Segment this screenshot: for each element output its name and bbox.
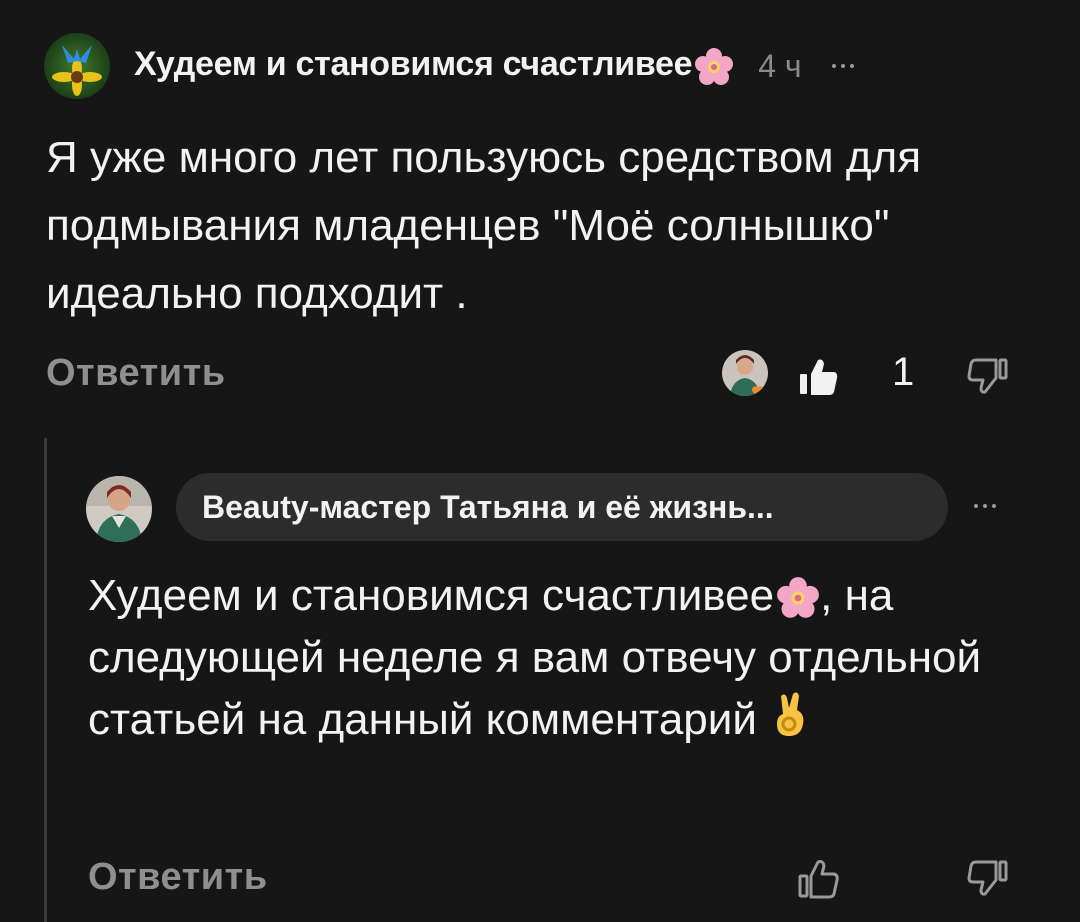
like-filled-icon[interactable] <box>796 354 842 400</box>
reply-button[interactable]: Ответить <box>88 856 268 899</box>
reply-button[interactable]: Ответить <box>46 352 226 395</box>
more-options-icon[interactable] <box>828 54 858 78</box>
reply-mention[interactable]: Худеем и становимся счастливее <box>88 571 774 620</box>
reply-author-chip[interactable]: Beauty-мастер Татьяна и её жизнь... <box>176 473 948 541</box>
dislike-outline-icon[interactable] <box>966 354 1010 398</box>
like-count: 1 <box>892 350 915 394</box>
comments-screen: Худеем и становимся счастливее 4 ч Я уже… <box>0 0 1080 922</box>
like-outline-icon[interactable] <box>796 856 842 902</box>
ok-hand-icon <box>776 692 804 736</box>
thread-line <box>44 438 47 922</box>
reply-author-avatar[interactable] <box>86 476 152 542</box>
comment-time: 4 ч <box>758 47 802 84</box>
reply-text: Худеем и становимся счастливее , на след… <box>88 565 1048 751</box>
reply-more-options-icon[interactable] <box>970 494 1000 518</box>
dislike-outline-icon[interactable] <box>966 856 1010 900</box>
comment-actions: 1 <box>720 346 1020 406</box>
author-liked-avatar <box>722 350 768 396</box>
comment-text: Я уже много лет пользуюсь средством для … <box>46 133 922 318</box>
cherry-blossom-icon <box>777 577 820 619</box>
author-avatar[interactable] <box>44 33 110 99</box>
cherry-blossom-icon <box>695 47 734 85</box>
comment-header: Худеем и становимся счастливее 4 ч <box>44 30 1044 102</box>
author-name[interactable]: Худеем и становимся счастливее <box>134 45 734 86</box>
